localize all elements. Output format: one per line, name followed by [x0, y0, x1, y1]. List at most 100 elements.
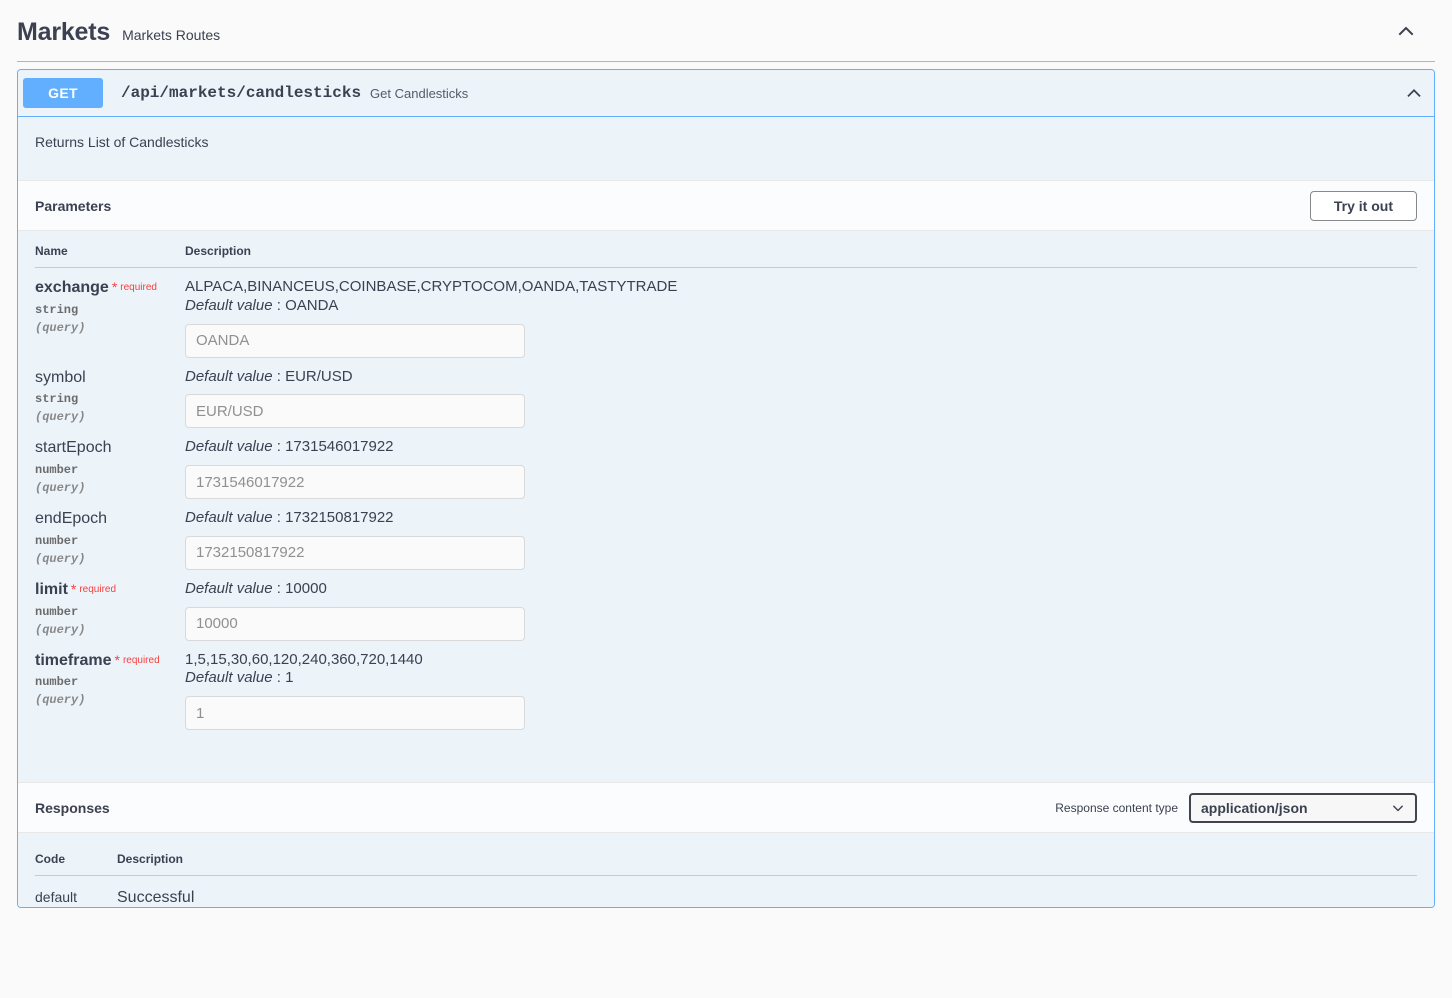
- parameter-name: limit: [35, 581, 68, 598]
- page-title: Markets: [17, 18, 110, 47]
- parameter-type: number: [35, 463, 185, 477]
- default-value-text: 10000: [285, 580, 327, 597]
- response-content-type-group: Response content type application/json: [1055, 793, 1417, 823]
- tag-description: Markets Routes: [122, 27, 220, 43]
- parameter-input-startEpoch[interactable]: [185, 465, 525, 499]
- parameters-title: Parameters: [35, 198, 111, 214]
- parameter-name: symbol: [35, 369, 86, 386]
- parameter-location: (query): [35, 623, 185, 637]
- required-label: required: [120, 282, 157, 293]
- required-asterisk-icon: *: [112, 279, 117, 295]
- parameters-bottom-spacer: [35, 730, 1417, 782]
- parameter-default-value: Default value : 1731546017922: [185, 438, 1417, 457]
- default-value-label: Default value: [185, 580, 273, 597]
- table-row: limit*required number (query) Default value…: [35, 570, 1417, 641]
- operation-body: Returns List of Candlesticks Parameters …: [18, 117, 1434, 907]
- tag-header[interactable]: Markets Markets Routes: [17, 0, 1435, 61]
- response-content-type-value: application/json: [1201, 800, 1308, 816]
- column-header-name: Name: [35, 231, 185, 268]
- operation-summary-text: Get Candlesticks: [370, 86, 468, 101]
- parameter-name-cell: limit*required number (query): [35, 570, 185, 641]
- table-row: exchange*required string (query) ALPACA,BIN…: [35, 268, 1417, 358]
- table-row: endEpochnumber(query)Default value : 173…: [35, 499, 1417, 570]
- parameter-type: string: [35, 392, 185, 406]
- parameter-default-value: Default value : 1732150817922: [185, 509, 1417, 528]
- parameter-description-cell: Default value : 1731546017922: [185, 428, 1417, 499]
- parameters-table-wrap: Name Description exchange*requiredstring…: [18, 231, 1434, 782]
- tag-divider: [17, 61, 1435, 62]
- default-value-text: 1732150817922: [285, 509, 393, 526]
- parameter-name-cell: exchange*required string (query): [35, 268, 185, 358]
- parameter-name-cell: symbol string (query): [35, 358, 185, 429]
- parameter-input-endEpoch[interactable]: [185, 536, 525, 570]
- response-content-type-label: Response content type: [1055, 801, 1178, 815]
- responses-table-header-row: Code Description: [35, 833, 1417, 876]
- response-code: default: [35, 889, 77, 905]
- try-it-out-button[interactable]: Try it out: [1310, 191, 1417, 221]
- parameter-location: (query): [35, 321, 185, 335]
- parameters-table-header-row: Name Description: [35, 231, 1417, 268]
- parameter-type: number: [35, 605, 185, 619]
- default-value-label: Default value: [185, 368, 273, 385]
- required-label: required: [79, 584, 116, 595]
- operation-description: Returns List of Candlesticks: [18, 117, 1434, 180]
- parameter-description-cell: ALPACA,BINANCEUS,COINBASE,CRYPTOCOM,OAND…: [185, 268, 1417, 358]
- parameter-default-value: Default value : 10000: [185, 580, 1417, 599]
- parameter-description-cell: Default value : 1732150817922: [185, 499, 1417, 570]
- parameters-header: Parameters Try it out: [18, 180, 1434, 231]
- parameter-default-value: Default value : EUR/USD: [185, 368, 1417, 387]
- http-method-badge: GET: [23, 78, 103, 108]
- required-asterisk-icon: *: [71, 581, 76, 597]
- default-value-text: 1: [285, 669, 293, 686]
- default-value-text: OANDA: [285, 297, 338, 314]
- parameter-name-cell: timeframe*requirednumber(query): [35, 641, 185, 731]
- required-label: required: [123, 655, 160, 666]
- parameter-location: (query): [35, 410, 185, 424]
- table-row: timeframe*requirednumber(query)1,5,15,30…: [35, 641, 1417, 731]
- parameter-input-exchange[interactable]: [185, 324, 525, 358]
- chevron-up-icon[interactable]: [1395, 20, 1417, 42]
- default-value-text: 1731546017922: [285, 438, 393, 455]
- column-header-code: Code: [35, 833, 117, 876]
- parameter-type: string: [35, 303, 185, 317]
- parameters-table: Name Description exchange*requiredstring…: [35, 231, 1417, 730]
- operation-summary-row[interactable]: GET /api/markets/candlesticks Get Candle…: [18, 70, 1434, 117]
- responses-title: Responses: [35, 800, 110, 816]
- responses-table-body: default Successful: [35, 876, 1417, 908]
- parameter-input-timeframe[interactable]: [185, 696, 525, 730]
- parameter-enum-values: ALPACA,BINANCEUS,COINBASE,CRYPTOCOM,OAND…: [185, 278, 1417, 297]
- responses-table: Code Description default Successful: [35, 833, 1417, 907]
- parameter-name-cell: endEpochnumber(query): [35, 499, 185, 570]
- operation-path: /api/markets/candlesticks: [121, 84, 361, 102]
- parameter-description-cell: Default value : EUR/USD: [185, 358, 1417, 429]
- default-value-text: EUR/USD: [285, 368, 353, 385]
- responses-header: Responses Response content type applicat…: [18, 782, 1434, 833]
- parameter-enum-values: 1,5,15,30,60,120,240,360,720,1440: [185, 651, 1417, 670]
- parameter-name: timeframe: [35, 652, 111, 669]
- response-code-cell: default: [35, 876, 117, 908]
- parameter-name: startEpoch: [35, 439, 111, 456]
- parameter-input-limit[interactable]: [185, 607, 525, 641]
- table-row: default Successful: [35, 876, 1417, 908]
- parameter-description-cell: 1,5,15,30,60,120,240,360,720,1440Default…: [185, 641, 1417, 731]
- chevron-down-icon: [1391, 801, 1405, 815]
- default-value-label: Default value: [185, 669, 273, 686]
- parameter-description-cell: Default value : 10000: [185, 570, 1417, 641]
- parameter-input-symbol[interactable]: [185, 394, 525, 428]
- operation-block-get-candlesticks: GET /api/markets/candlesticks Get Candle…: [17, 69, 1435, 908]
- table-row: symbol string (query) Default value : EUR/U…: [35, 358, 1417, 429]
- response-description: Successful: [117, 889, 194, 906]
- parameter-location: (query): [35, 693, 185, 707]
- required-asterisk-icon: *: [114, 652, 119, 668]
- default-value-label: Default value: [185, 509, 273, 526]
- parameter-default-value: Default value : OANDA: [185, 297, 1417, 316]
- parameter-location: (query): [35, 481, 185, 495]
- default-value-label: Default value: [185, 438, 273, 455]
- responses-table-wrap: Code Description default Successful: [18, 833, 1434, 907]
- parameter-type: number: [35, 534, 185, 548]
- parameter-name: exchange: [35, 279, 109, 296]
- chevron-up-icon[interactable]: [1404, 83, 1424, 103]
- parameter-name: endEpoch: [35, 510, 107, 527]
- default-value-label: Default value: [185, 297, 273, 314]
- response-content-type-select[interactable]: application/json: [1189, 793, 1417, 823]
